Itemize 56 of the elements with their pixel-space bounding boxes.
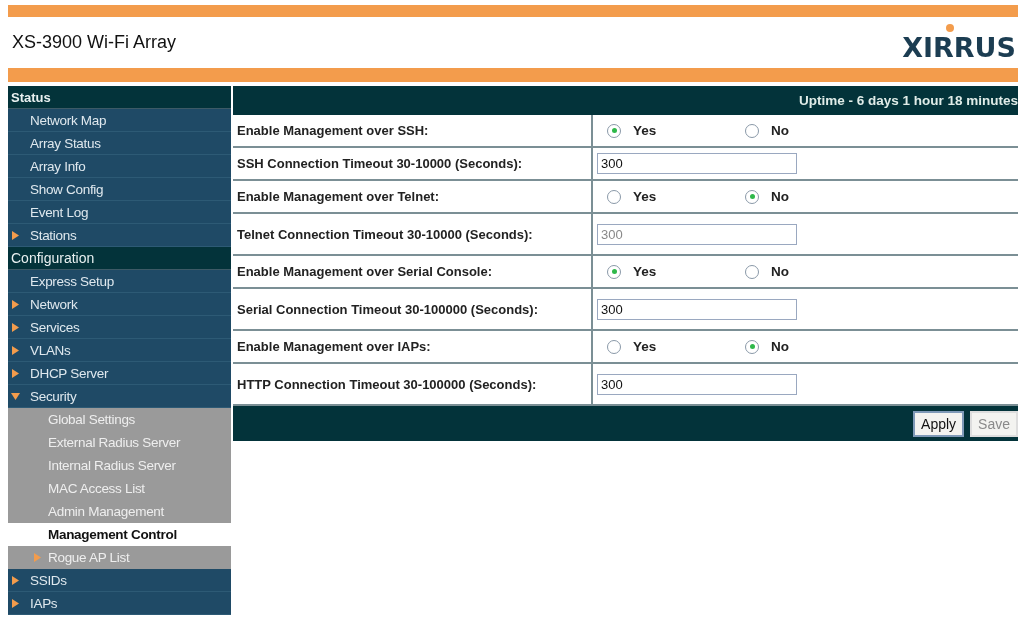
nav-item[interactable]: Services (8, 316, 231, 339)
nav-item[interactable]: Stations (8, 224, 231, 247)
nav-item[interactable]: Array Status (8, 132, 231, 155)
caret-right-icon (12, 345, 19, 355)
radio-option[interactable]: Yes (597, 189, 735, 204)
radio-option[interactable]: No (735, 339, 873, 354)
radio-button[interactable] (607, 264, 621, 279)
radio-button[interactable] (607, 123, 621, 138)
nav-item[interactable]: IAPs (8, 592, 231, 615)
caret-right-icon (34, 552, 41, 562)
nav-item[interactable]: Event Log (8, 201, 231, 224)
nav-item[interactable]: Security (8, 385, 231, 408)
nav-section-header: Configuration (8, 247, 231, 270)
nav-item[interactable]: Network Map (8, 109, 231, 132)
caret-right-icon (12, 230, 19, 240)
caret-right-icon (12, 322, 19, 332)
radio-button[interactable] (745, 123, 759, 138)
app-title: XS-3900 Wi-Fi Array (12, 32, 177, 53)
nav-item[interactable]: SSIDs (8, 569, 231, 592)
radio-option[interactable]: No (735, 264, 873, 279)
radio-button[interactable] (607, 339, 621, 354)
radio-option[interactable]: Yes (597, 339, 735, 354)
apply-button[interactable]: Apply (913, 410, 965, 437)
brand-logo: XIRRUS (902, 22, 1016, 65)
uptime-text: Uptime - 6 days 1 hour 18 minutes (798, 93, 1018, 108)
input-field[interactable]: 300 (597, 153, 797, 174)
caret-right-icon (12, 598, 19, 608)
caret-down-icon (11, 392, 20, 400)
nav-section-header: Status (8, 86, 231, 109)
radio-button[interactable] (745, 264, 759, 279)
radio-option[interactable]: Yes (597, 264, 735, 279)
field-label: Serial Connection Timeout 30-100000 (Seconds): (233, 289, 593, 329)
field-label: SSH Connection Timeout 30-10000 (Seconds): (233, 148, 593, 179)
nav-item[interactable]: Array Info (8, 155, 231, 178)
caret-right-icon (12, 299, 19, 309)
nav-item[interactable]: Network (8, 293, 231, 316)
field-label: Telnet Connection Timeout 30-10000 (Seconds): (233, 214, 593, 254)
radio-button[interactable] (745, 339, 759, 354)
radio-option[interactable]: Yes (597, 123, 735, 138)
caret-right-icon (12, 575, 19, 585)
radio-button[interactable] (607, 189, 621, 204)
nav-item[interactable]: Express Setup (8, 270, 231, 293)
nav-item[interactable]: Show Config (8, 178, 231, 201)
radio-option[interactable]: No (735, 123, 873, 138)
field-label: Enable Management over Serial Console: (233, 256, 593, 287)
nav-item[interactable]: VLANs (8, 339, 231, 362)
field-label: Enable Management over Telnet: (233, 181, 593, 212)
field-label: HTTP Connection Timeout 30-100000 (Seconds): (233, 364, 593, 404)
radio-option[interactable]: No (735, 189, 873, 204)
caret-right-icon (12, 368, 19, 378)
nav-item[interactable]: DHCP Server (8, 362, 231, 385)
radio-button[interactable] (745, 189, 759, 204)
input-field[interactable]: 300 (597, 298, 797, 320)
input-field[interactable]: 300 (597, 373, 797, 395)
field-label: Enable Management over SSH: (233, 115, 593, 146)
field-label: Enable Management over IAPs: (233, 331, 593, 362)
